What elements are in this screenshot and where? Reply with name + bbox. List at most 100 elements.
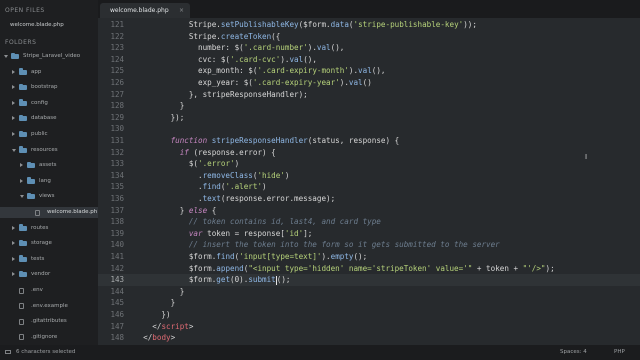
disclosure-closed-icon[interactable]	[12, 256, 15, 261]
code-text: }, stripeResponseHandler);	[134, 89, 308, 99]
disclosure-closed-icon[interactable]	[20, 178, 23, 183]
tree-item-gitignore[interactable]: .gitignore	[0, 332, 98, 343]
close-icon[interactable]: ×	[179, 3, 184, 18]
tree-item-app[interactable]: app	[0, 67, 98, 78]
tree-item-routes[interactable]: routes	[0, 223, 98, 234]
tree-item-public[interactable]: public	[0, 129, 98, 140]
line-number: 140	[110, 240, 124, 250]
code-line[interactable]: 128 }	[98, 100, 640, 112]
disclosure-open-icon[interactable]	[4, 55, 8, 58]
line-number: 143	[110, 275, 124, 285]
disclosure-open-icon[interactable]	[20, 195, 24, 199]
code-text: </script>	[134, 321, 194, 331]
code-line[interactable]: 148 </body>	[98, 332, 640, 344]
code-line[interactable]: 139 var token = response['id'];	[98, 228, 640, 240]
tree-item-views[interactable]: views	[0, 191, 98, 202]
syntax-status[interactable]: PHP	[614, 345, 625, 360]
open-file-item[interactable]: welcome.blade.php	[0, 20, 98, 30]
code-text: .find('.alert')	[134, 182, 267, 192]
code-text: .text(response.error.message);	[134, 194, 336, 203]
code-line[interactable]: 142 $form.append("<input type='hidden' n…	[98, 263, 640, 275]
monitor-icon[interactable]	[5, 350, 11, 354]
tree-item-database[interactable]: database	[0, 113, 98, 124]
tree-item-label: vendor	[31, 271, 51, 278]
disclosure-closed-icon[interactable]	[12, 100, 15, 105]
disclosure-closed-icon[interactable]	[12, 132, 15, 136]
code-line[interactable]: 135 .find('.alert')	[98, 181, 640, 193]
code-line[interactable]: 136 .text(response.error.message);	[98, 193, 640, 205]
code-line[interactable]: 140 // insert the token into the form so…	[98, 239, 640, 251]
code-line[interactable]: 141 $form.find('input[type=text]').empty…	[98, 251, 640, 263]
tree-item-bootstrap[interactable]: bootstrap	[0, 82, 98, 93]
code-text: Stripe.setPublishableKey($form.data('str…	[134, 20, 477, 29]
tree-item-env-example[interactable]: .env.example	[0, 301, 98, 312]
code-text: Stripe.createToken({	[134, 31, 281, 41]
code-line[interactable]: 129 });	[98, 112, 640, 124]
line-number: 142	[110, 263, 124, 273]
line-number: 141	[110, 252, 124, 261]
code-line[interactable]: 138 // token contains id, last4, and car…	[98, 216, 640, 228]
tree-item-welcome-blade-ph[interactable]: welcome.blade.ph	[0, 207, 98, 218]
code-line[interactable]: 124 cvc: $('.card-cvc').val(),	[98, 54, 640, 66]
indentation-status[interactable]: Spaces: 4	[560, 345, 587, 360]
folder-icon	[19, 130, 27, 137]
code-text: }	[134, 298, 176, 308]
code-line[interactable]: 122 Stripe.createToken({	[98, 31, 640, 43]
tree-item-label: .env	[31, 287, 43, 293]
disclosure-closed-icon[interactable]	[20, 163, 23, 168]
tree-item-stripe-laravel-video[interactable]: Stripe_Laravel_video	[0, 51, 98, 62]
code-line[interactable]: 134 .removeClass('hide')	[98, 170, 640, 182]
disclosure-open-icon[interactable]	[12, 148, 16, 152]
disclosure-closed-icon[interactable]	[12, 272, 15, 277]
tree-item-vendor[interactable]: vendor	[0, 269, 98, 280]
folder-icon	[19, 255, 27, 262]
code-line[interactable]: 133 $('.error')	[98, 158, 640, 170]
tree-item-gitattributes[interactable]: .gitattributes	[0, 316, 98, 327]
file-icon	[19, 334, 24, 341]
tree-item-tests[interactable]: tests	[0, 254, 98, 265]
code-text: // token contains id, last4, and card ty…	[134, 217, 381, 227]
line-number: 134	[110, 170, 124, 180]
code-line[interactable]: 127 }, stripeResponseHandler);	[98, 89, 640, 101]
tree-item-storage[interactable]: storage	[0, 238, 98, 249]
disclosure-closed-icon[interactable]	[12, 241, 15, 246]
folders-header: FOLDERS	[5, 39, 37, 46]
line-number: 135	[110, 182, 124, 192]
code-editor[interactable]: 121 Stripe.setPublishableKey($form.data(…	[98, 18, 640, 345]
code-line[interactable]: 121 Stripe.setPublishableKey($form.data(…	[98, 19, 640, 31]
code-line[interactable]: 132 if (response.error) {	[98, 147, 640, 159]
code-line[interactable]: 125 exp_month: $('.card-expiry-month').v…	[98, 65, 640, 77]
code-text: // insert the token into the form so it …	[134, 240, 500, 250]
line-number: 121	[110, 20, 124, 29]
code-line[interactable]: 145 }	[98, 297, 640, 309]
code-line[interactable]: 137 } else {	[98, 205, 640, 217]
file-icon	[19, 287, 24, 294]
disclosure-closed-icon[interactable]	[12, 116, 15, 121]
code-line[interactable]: 123 number: $('.card-number').val(),	[98, 42, 640, 54]
line-number: 132	[110, 147, 124, 157]
code-line[interactable]: 146 })	[98, 309, 640, 321]
tree-item-label: welcome.blade.ph	[47, 209, 98, 215]
disclosure-closed-icon[interactable]	[12, 85, 15, 90]
code-line[interactable]: 130	[98, 123, 640, 135]
line-number: 145	[110, 298, 124, 308]
tab-welcome-blade[interactable]: welcome.blade.php ×	[100, 3, 190, 18]
line-number: 122	[110, 31, 124, 41]
tree-item-label: tests	[31, 255, 45, 262]
tree-item-config[interactable]: config	[0, 98, 98, 109]
tree-item-label: assets	[39, 162, 57, 169]
line-number: 124	[110, 54, 124, 64]
code-line[interactable]: 131 function stripeResponseHandler(statu…	[98, 135, 640, 147]
tree-item-assets[interactable]: assets	[0, 160, 98, 171]
tree-item-resources[interactable]: resources	[0, 145, 98, 156]
code-line[interactable]: 147 </script>	[98, 321, 640, 333]
code-text: } else {	[134, 205, 217, 215]
tree-item-env[interactable]: .env	[0, 285, 98, 296]
code-line[interactable]: 143 $form.get(0).submit();	[98, 274, 640, 286]
disclosure-closed-icon[interactable]	[12, 225, 15, 230]
code-line[interactable]: 144 }	[98, 286, 640, 298]
code-line[interactable]: 126 exp_year: $('.card-expiry-year').val…	[98, 77, 640, 89]
editor-window: OPEN FILES welcome.blade.php FOLDERS Str…	[0, 0, 640, 360]
tree-item-lang[interactable]: lang	[0, 176, 98, 187]
disclosure-closed-icon[interactable]	[12, 69, 15, 74]
